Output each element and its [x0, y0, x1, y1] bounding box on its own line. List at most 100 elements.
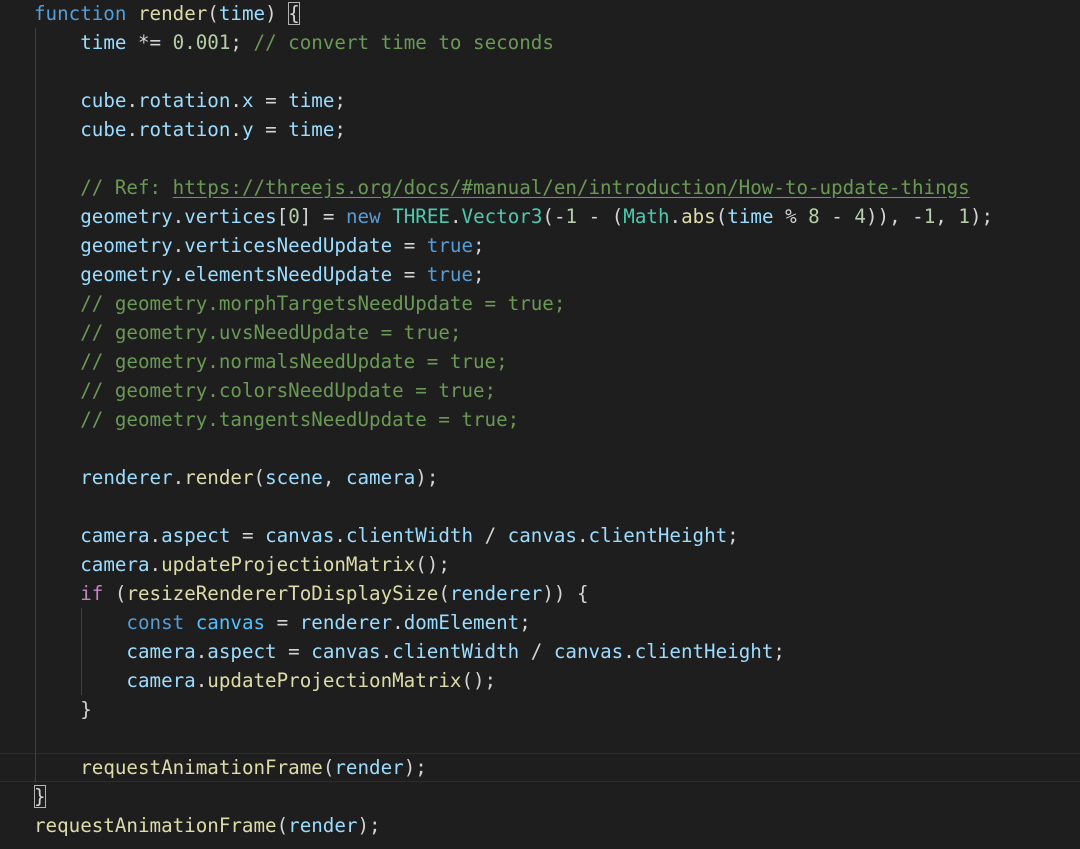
- code-token: rotation: [138, 118, 231, 141]
- code-token: canvas: [265, 524, 335, 547]
- indent-guide: [35, 202, 36, 231]
- code-token: render: [288, 814, 358, 837]
- code-token: );: [969, 205, 994, 228]
- code-token: (: [276, 814, 289, 837]
- code-line[interactable]: camera.aspect = canvas.clientWidth / can…: [0, 521, 1080, 550]
- indent-guide: [35, 463, 36, 492]
- code-line[interactable]: geometry.vertices[0] = new THREE.Vector3…: [0, 202, 1080, 231]
- code-line[interactable]: // geometry.tangentsNeedUpdate = true;: [0, 405, 1080, 434]
- code-token: .: [126, 118, 138, 141]
- code-line[interactable]: camera.updateProjectionMatrix();: [0, 666, 1080, 695]
- indent-guide: [35, 231, 36, 260]
- matching-bracket: {: [288, 2, 300, 25]
- code-token: function: [34, 2, 127, 25]
- code-link[interactable]: https://threejs.org/docs/#manual/en/intr…: [173, 176, 970, 199]
- code-token: abs: [681, 205, 716, 228]
- code-line[interactable]: geometry.elementsNeedUpdate = true;: [0, 260, 1080, 289]
- code-token: clientWidth: [392, 640, 520, 663]
- code-token: .: [449, 205, 462, 228]
- code-token: ();: [415, 553, 450, 576]
- code-token: )) {: [542, 582, 589, 605]
- code-token: (: [611, 205, 624, 228]
- indent-guide: [35, 144, 36, 173]
- code-lines: function render(time) { time *= 0.001; /…: [0, 0, 1080, 840]
- code-token: camera: [80, 553, 150, 576]
- code-token: domElement: [403, 611, 520, 634]
- code-line-current[interactable]: requestAnimationFrame(render);: [0, 753, 1080, 782]
- indent-guide: [35, 347, 36, 376]
- code-token: .: [149, 524, 162, 547]
- code-token: ;: [473, 263, 485, 286]
- code-line[interactable]: [0, 492, 1080, 521]
- code-line[interactable]: [0, 434, 1080, 463]
- code-line[interactable]: }: [0, 782, 1080, 811]
- code-token: .: [149, 553, 162, 576]
- code-token: (: [715, 205, 728, 228]
- code-token: .: [126, 89, 138, 112]
- indent-guide: [35, 318, 36, 347]
- code-line[interactable]: // geometry.uvsNeedUpdate = true;: [0, 318, 1080, 347]
- code-line[interactable]: // geometry.colorsNeedUpdate = true;: [0, 376, 1080, 405]
- code-token: cube: [80, 118, 127, 141]
- code-editor[interactable]: function render(time) { time *= 0.001; /…: [0, 0, 1080, 849]
- indent-guide: [35, 405, 36, 434]
- code-token: 1: [565, 205, 578, 228]
- code-token: 4: [854, 205, 866, 228]
- code-line[interactable]: cube.rotation.x = time;: [0, 86, 1080, 115]
- code-token: .: [334, 524, 346, 547]
- code-line[interactable]: camera.aspect = canvas.clientWidth / can…: [0, 637, 1080, 666]
- code-line[interactable]: renderer.render(scene, camera);: [0, 463, 1080, 492]
- code-line[interactable]: camera.updateProjectionMatrix();: [0, 550, 1080, 579]
- code-token: canvas: [507, 524, 577, 547]
- code-line[interactable]: requestAnimationFrame(render);: [0, 811, 1080, 840]
- code-token: requestAnimationFrame: [34, 814, 277, 837]
- indent-guide: [81, 637, 82, 666]
- code-token: (: [438, 582, 450, 605]
- code-token: }: [34, 698, 92, 721]
- code-line[interactable]: [0, 57, 1080, 86]
- code-line[interactable]: [0, 144, 1080, 173]
- code-token: geometry: [80, 205, 173, 228]
- code-token: aspect: [207, 640, 277, 663]
- code-token: aspect: [161, 524, 231, 547]
- code-token: updateProjectionMatrix: [161, 553, 416, 576]
- code-line[interactable]: function render(time) {: [0, 0, 1080, 28]
- code-line[interactable]: geometry.verticesNeedUpdate = true;: [0, 231, 1080, 260]
- indent-guide: [35, 724, 36, 753]
- code-token: canvas: [553, 640, 624, 663]
- code-line[interactable]: if (resizeRendererToDisplaySize(renderer…: [0, 579, 1080, 608]
- code-line[interactable]: const canvas = renderer.domElement;: [0, 608, 1080, 637]
- code-token: .: [623, 640, 635, 663]
- code-token: .: [230, 89, 242, 112]
- code-line[interactable]: // geometry.morphTargetsNeedUpdate = tru…: [0, 289, 1080, 318]
- code-token: Vector3: [461, 205, 543, 228]
- indent-guide: [35, 376, 36, 405]
- code-line[interactable]: [0, 724, 1080, 753]
- code-token: .: [195, 640, 208, 663]
- code-token: true: [426, 234, 474, 257]
- code-token: vertices: [184, 205, 277, 228]
- code-line[interactable]: // Ref: https://threejs.org/docs/#manual…: [0, 173, 1080, 202]
- code-token: (: [253, 466, 266, 489]
- code-token: .: [195, 669, 208, 692]
- indent-guide: [81, 666, 82, 695]
- code-token: elementsNeedUpdate: [184, 263, 393, 286]
- code-token: .: [576, 524, 589, 547]
- code-token: );: [357, 814, 381, 837]
- code-token: ();: [461, 669, 497, 692]
- code-line[interactable]: }: [0, 695, 1080, 724]
- code-token: geometry: [80, 263, 173, 286]
- code-line[interactable]: time *= 0.001; // convert time to second…: [0, 28, 1080, 57]
- code-token: clientHeight: [634, 640, 774, 663]
- code-line[interactable]: // geometry.normalsNeedUpdate = true;: [0, 347, 1080, 376]
- code-token: requestAnimationFrame: [80, 756, 323, 779]
- code-token: [: [276, 205, 289, 228]
- code-token: canvas: [195, 611, 266, 634]
- code-line[interactable]: cube.rotation.y = time;: [0, 115, 1080, 144]
- code-token: render: [137, 2, 208, 25]
